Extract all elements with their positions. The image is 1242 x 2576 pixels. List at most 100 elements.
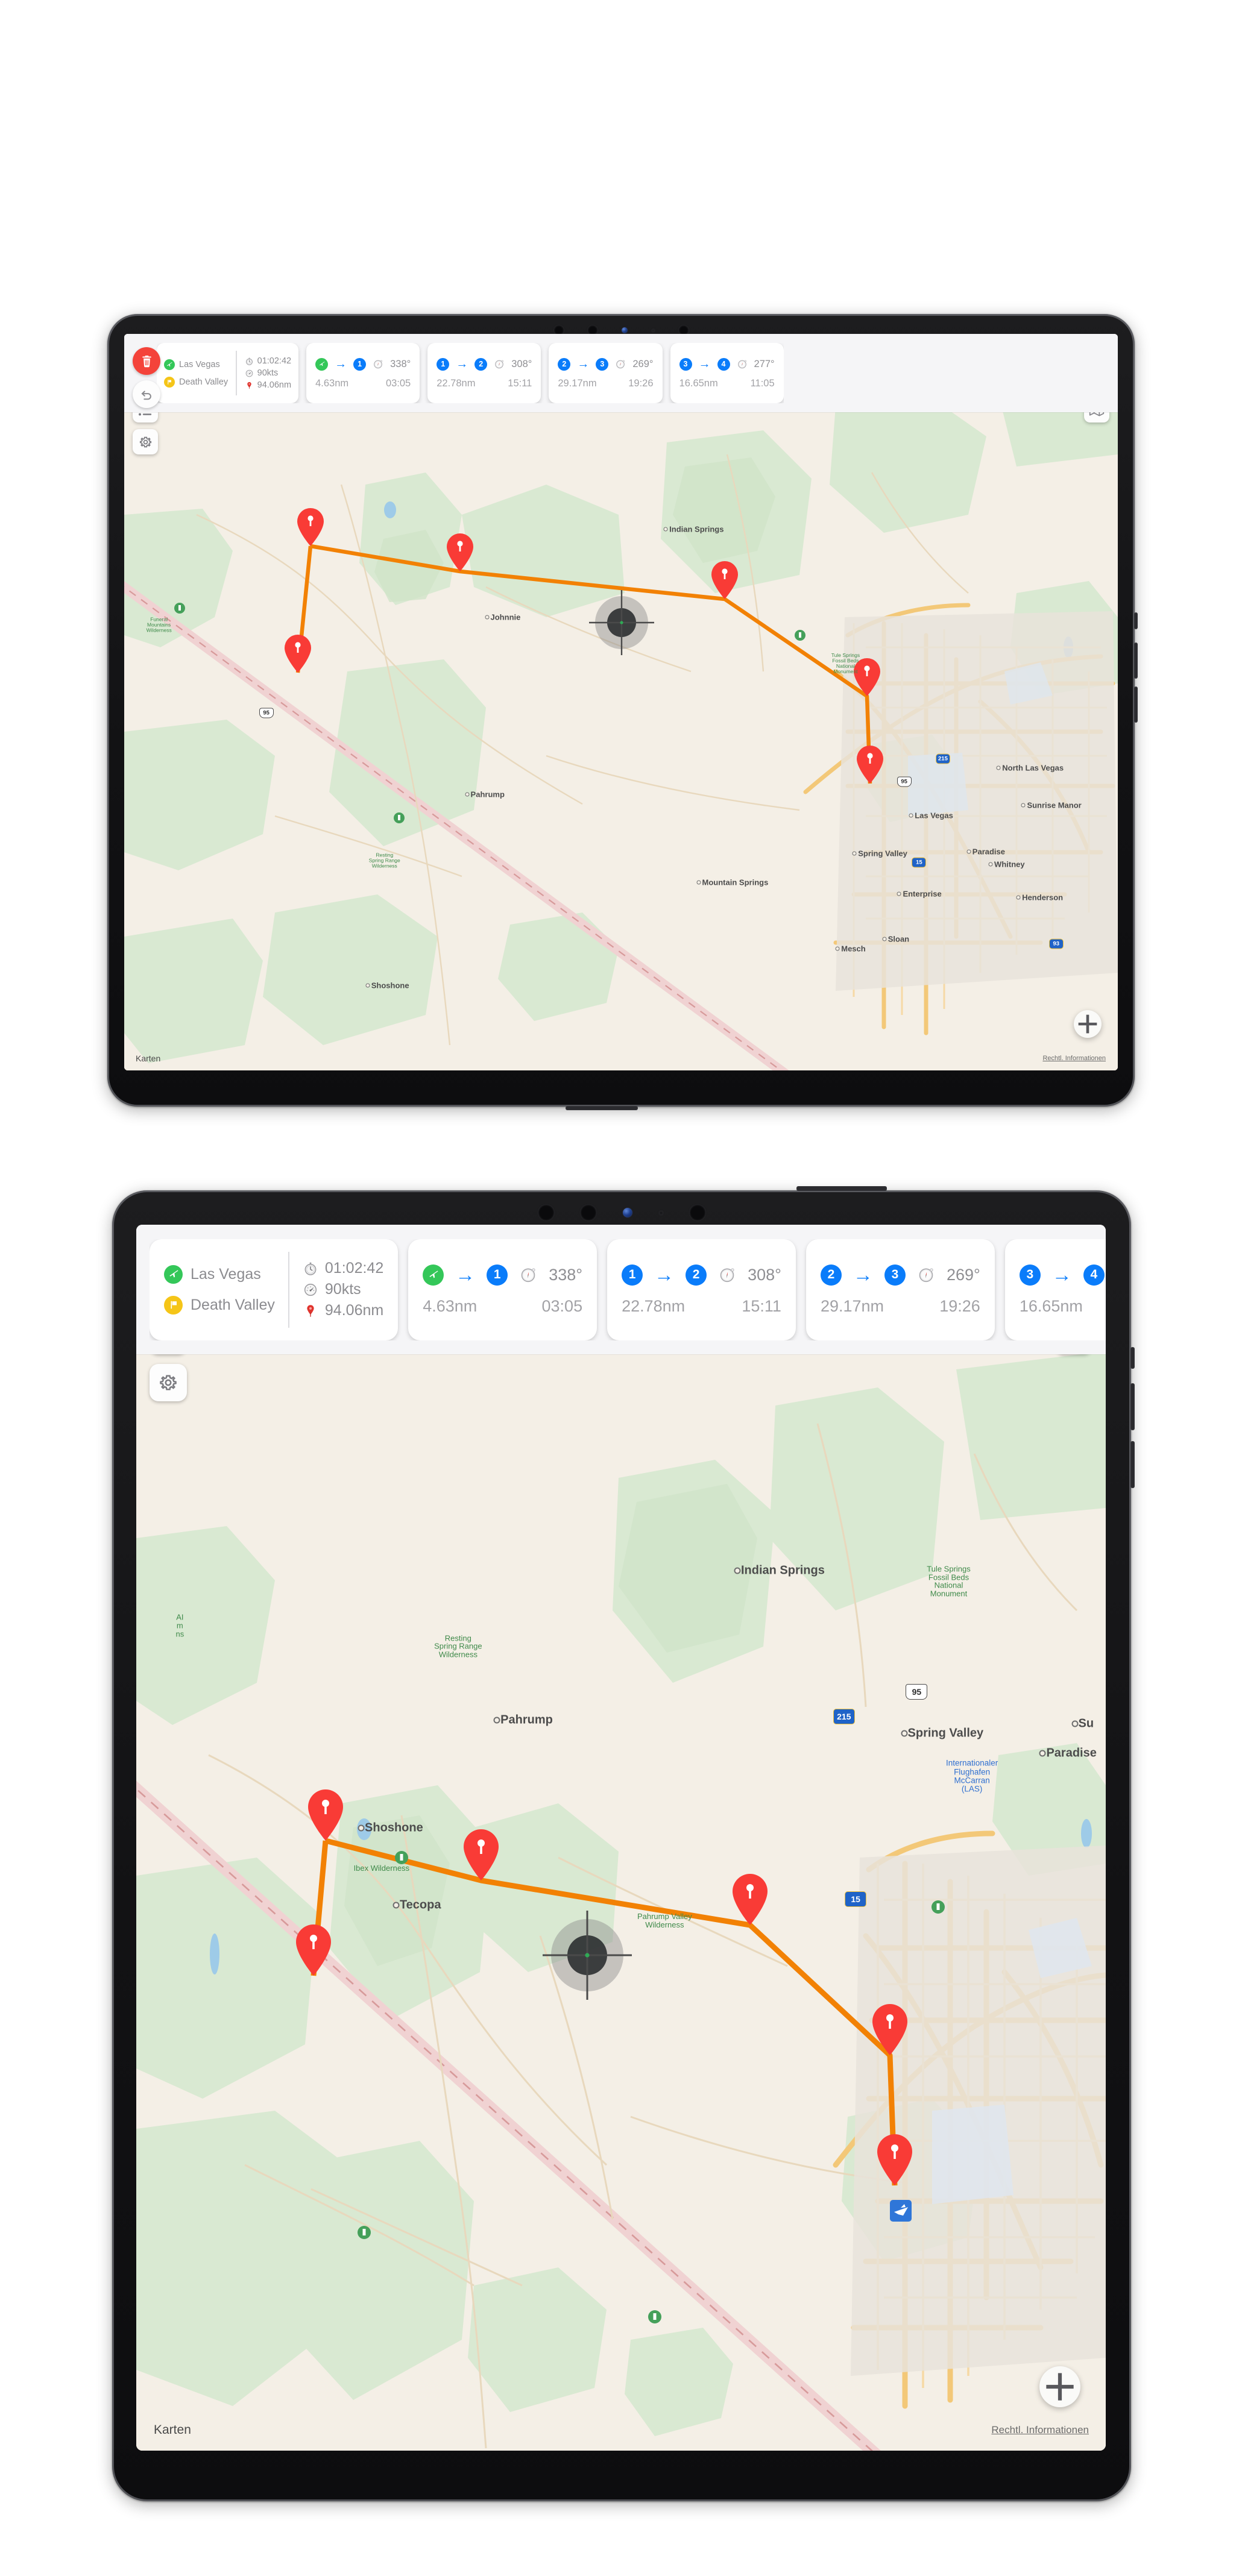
route-cards-bottom[interactable]: Las Vegas Death Valley 01:02:42 90kts 94.06n… bbox=[150, 1239, 1106, 1340]
connector-port bbox=[796, 1186, 887, 1191]
city-dot-icon bbox=[897, 891, 901, 896]
speed-row: 90kts bbox=[303, 1281, 383, 1298]
arrow-right-icon: → bbox=[455, 1263, 476, 1286]
compass-icon bbox=[495, 360, 504, 369]
route-leg-card[interactable]: 3→4277° 16.65nm11:05 bbox=[1004, 1239, 1106, 1340]
destination-badge bbox=[164, 1295, 183, 1315]
speedometer-icon bbox=[245, 369, 253, 377]
map-canvas-bottom[interactable]: Indian Springs Pahrump Shoshone Tecopa Sprin… bbox=[136, 1225, 1106, 2451]
map-canvas-top[interactable]: Johnnie Pahrump Indian Springs Mountain Spr… bbox=[124, 334, 1118, 1070]
total-time-value: 01:02:42 bbox=[324, 1260, 384, 1277]
leg-from-waypoint: 3 bbox=[1019, 1264, 1041, 1286]
route-endpoints: Las Vegas Death Valley bbox=[164, 1264, 275, 1315]
tablet-device-top: Johnnie Pahrump Indian Springs Mountain Spr… bbox=[107, 314, 1138, 1110]
route-leg-card[interactable]: → 1 338° 4.63nm 03:05 bbox=[408, 1239, 597, 1340]
leg-header: 2 → 3 269° bbox=[558, 357, 654, 371]
leg-distance-value: 29.17nm bbox=[820, 1297, 884, 1315]
route-stats: 01:02:42 90kts 94.06nm bbox=[245, 356, 291, 390]
leg-footer: 16.65nm11:05 bbox=[1020, 1297, 1106, 1316]
total-time-row: 01:02:42 bbox=[303, 1260, 383, 1277]
leg-to-waypoint: 1 bbox=[487, 1264, 508, 1286]
total-distance-value: 94.06nm bbox=[257, 380, 292, 390]
volume-down-button[interactable] bbox=[1134, 686, 1138, 723]
sensor-dot-icon bbox=[658, 1210, 663, 1215]
volume-up-button[interactable] bbox=[1130, 1383, 1135, 1430]
origin-label: Las Vegas bbox=[179, 359, 220, 369]
route-destination-row: Death Valley bbox=[164, 376, 228, 388]
arrow-right-icon: → bbox=[853, 1263, 873, 1286]
connector-port bbox=[566, 1106, 638, 1110]
leg-header: 1 → 2 308° bbox=[437, 357, 532, 371]
highway-shield-95: 95 bbox=[259, 708, 274, 718]
leg-footer: 22.78nm 15:11 bbox=[437, 378, 532, 389]
tablet-screen-bottom: Indian Springs Pahrump Shoshone Tecopa Sprin… bbox=[136, 1225, 1106, 2451]
route-toolbar-top: Las Vegas Death Valley 01:02:42 90kts 94.06n… bbox=[124, 334, 1118, 412]
leg-to-waypoint: 2 bbox=[686, 1264, 707, 1286]
leg-to-waypoint: 3 bbox=[884, 1264, 906, 1286]
city-dot-icon bbox=[485, 615, 490, 620]
city-dot-icon bbox=[465, 792, 470, 797]
leg-header: 3→4277° bbox=[1019, 1263, 1106, 1286]
leg-from-waypoint: 2 bbox=[820, 1264, 842, 1286]
leg-heading-value: 269° bbox=[946, 1265, 980, 1284]
compass-icon bbox=[521, 1268, 535, 1283]
city-dot-icon bbox=[358, 1824, 365, 1832]
delete-route-button[interactable] bbox=[133, 347, 160, 375]
city-dot-icon bbox=[996, 765, 1001, 770]
screenshot-canvas: Johnnie Pahrump Indian Springs Mountain Spr… bbox=[0, 0, 1242, 2576]
route-leg-card[interactable]: 1 → 2 308° 22.78nm 15:11 bbox=[427, 343, 541, 403]
settings-button-top[interactable] bbox=[133, 429, 158, 454]
arrow-right-icon: → bbox=[654, 1263, 675, 1286]
city-dot-icon bbox=[1039, 1750, 1046, 1757]
volume-up-button[interactable] bbox=[1134, 642, 1138, 679]
route-leg-card[interactable]: 2 → 3 269° 29.17nm 19:26 bbox=[549, 343, 663, 403]
leg-footer: 4.63nm 03:05 bbox=[423, 1297, 582, 1316]
route-leg-card[interactable]: 3→4277°16.65nm11:05 bbox=[670, 343, 784, 403]
leg-eta-value: 03:05 bbox=[541, 1297, 583, 1315]
power-button[interactable] bbox=[1134, 612, 1138, 629]
volume-down-button[interactable] bbox=[1130, 1441, 1135, 1488]
leg-distance-value: 22.78nm bbox=[622, 1297, 686, 1315]
tablet-device-bottom: Indian Springs Pahrump Shoshone Tecopa Sprin… bbox=[112, 1186, 1135, 2501]
sensor-dot-icon bbox=[651, 328, 655, 332]
highway-shield-15: 15 bbox=[912, 857, 927, 868]
edit-buttons-top bbox=[133, 347, 160, 408]
route-summary-card[interactable]: Las Vegas Death Valley 01:02:42 90kts 94.06n… bbox=[157, 343, 299, 403]
leg-footer: 29.17nm 19:26 bbox=[558, 378, 653, 389]
settings-button-bottom[interactable] bbox=[150, 1364, 187, 1401]
city-dot-icon bbox=[1016, 895, 1021, 900]
city-dot-icon bbox=[734, 1567, 741, 1574]
leg-to-waypoint: 3 bbox=[596, 357, 609, 371]
origin-badge bbox=[164, 1264, 183, 1284]
route-summary-card[interactable]: Las Vegas Death Valley 01:02:42 90kts 94.06n… bbox=[150, 1239, 399, 1340]
power-button[interactable] bbox=[1130, 1347, 1135, 1369]
leg-to-waypoint: 4 bbox=[1083, 1264, 1105, 1286]
speed-value: 90kts bbox=[324, 1281, 361, 1298]
add-waypoint-button-bottom[interactable] bbox=[1039, 2366, 1080, 2407]
leg-distance-value: 16.65nm bbox=[1019, 1297, 1083, 1315]
tablet-screen-top: Johnnie Pahrump Indian Springs Mountain Spr… bbox=[124, 334, 1118, 1070]
route-leg-card[interactable]: 1 → 2 308° 22.78nm 15:11 bbox=[607, 1239, 796, 1340]
legal-info-link-top[interactable]: Rechtl. Informationen bbox=[1042, 1055, 1106, 1062]
legal-info-link-bottom[interactable]: Rechtl. Informationen bbox=[991, 2424, 1089, 2436]
route-endpoints: Las Vegas Death Valley bbox=[164, 359, 228, 388]
route-stats: 01:02:42 90kts 94.06nm bbox=[303, 1260, 383, 1319]
leg-to-waypoint: 2 bbox=[474, 357, 488, 371]
leg-heading-value: 269° bbox=[632, 358, 654, 369]
camera-lens-icon bbox=[689, 1205, 705, 1220]
leg-footer: 22.78nm 15:11 bbox=[622, 1297, 781, 1316]
route-leg-card[interactable]: → 1 338° 4.63nm 03:05 bbox=[306, 343, 420, 403]
gear-icon bbox=[139, 436, 151, 447]
add-waypoint-button-top[interactable] bbox=[1074, 1010, 1102, 1038]
arrow-right-icon: → bbox=[456, 357, 468, 371]
route-cards-top[interactable]: Las Vegas Death Valley 01:02:42 90kts 94.06n… bbox=[157, 343, 784, 403]
undo-button[interactable] bbox=[133, 380, 160, 408]
leg-to-waypoint: 4 bbox=[717, 357, 730, 371]
total-time-value: 01:02:42 bbox=[257, 356, 292, 366]
leg-footer: 16.65nm11:05 bbox=[679, 378, 775, 389]
city-dot-icon bbox=[988, 862, 993, 867]
compass-icon bbox=[919, 1268, 933, 1283]
plane-icon bbox=[167, 362, 172, 366]
city-dot-icon bbox=[901, 1730, 908, 1737]
route-leg-card[interactable]: 2 → 3 269° 29.17nm 19:26 bbox=[805, 1239, 995, 1340]
